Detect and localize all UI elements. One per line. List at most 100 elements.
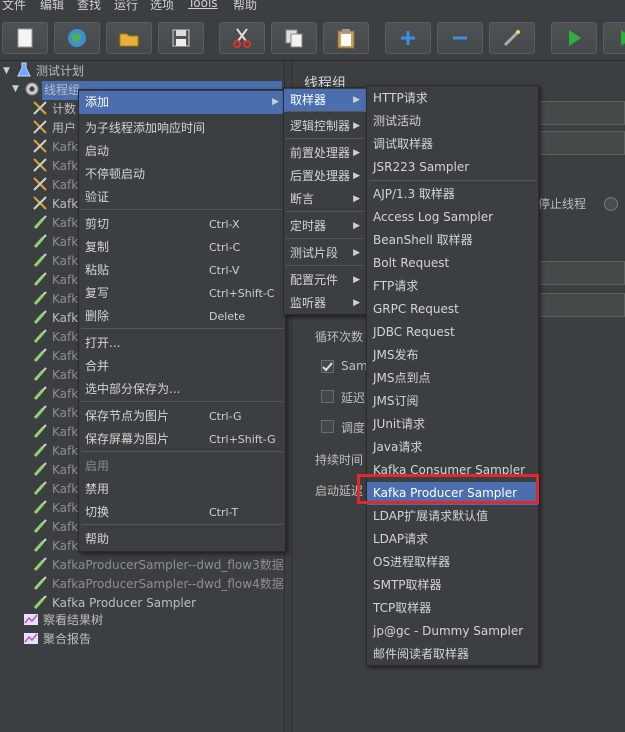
sampler-menu-item[interactable]: JMS发布 bbox=[367, 344, 538, 367]
sampler-menu-item[interactable]: HTTP请求 bbox=[367, 87, 538, 110]
add-menu-item[interactable]: 监听器 ▶ bbox=[284, 292, 366, 315]
tree-item-listener[interactable]: 察看结果树 bbox=[23, 611, 103, 630]
tree-item[interactable]: KafkaProducerSampler--dwd_flow3数据 bbox=[32, 556, 284, 575]
tree-item[interactable]: Kafk bbox=[32, 347, 78, 366]
context-menu-item[interactable]: 合并 bbox=[79, 355, 285, 378]
sampler-menu-item[interactable]: LDAP请求 bbox=[367, 528, 538, 551]
sampler-menu-item[interactable]: Bolt Request bbox=[367, 252, 538, 275]
start-no-pause-button[interactable] bbox=[603, 22, 625, 54]
tree-item[interactable]: Kafk bbox=[32, 423, 78, 442]
sampler-menu-item[interactable]: 邮件阅读者取样器 bbox=[367, 643, 538, 666]
menu-edit[interactable]: 编辑 bbox=[40, 0, 64, 12]
tree-item[interactable]: Kafk bbox=[32, 518, 78, 537]
sampler-menu-item[interactable]: BeanShell 取样器 bbox=[367, 229, 538, 252]
tree-item[interactable]: Kafk bbox=[32, 404, 78, 423]
sampler-menu-item[interactable]: Access Log Sampler bbox=[367, 206, 538, 229]
sampler-menu-item[interactable]: JSR223 Sampler bbox=[367, 156, 538, 179]
tree-item[interactable]: Kafk bbox=[32, 309, 78, 328]
menu-tools[interactable]: Tools bbox=[188, 0, 218, 10]
paste-button[interactable] bbox=[323, 22, 369, 54]
tree-item[interactable]: Kafk bbox=[32, 157, 78, 176]
add-menu-item[interactable]: 取样器 ▶ bbox=[284, 89, 366, 112]
sampler-menu-item[interactable]: FTP请求 bbox=[367, 275, 538, 298]
add-menu-item[interactable]: 断言 ▶ bbox=[284, 188, 366, 211]
context-menu-item[interactable]: 切换 Ctrl-T bbox=[79, 501, 285, 524]
collapse-all-button[interactable] bbox=[437, 22, 483, 54]
add-menu-item[interactable]: 前置处理器 ▶ bbox=[284, 142, 366, 165]
scheduler-checkbox[interactable] bbox=[321, 420, 334, 433]
add-menu-item[interactable]: 测试片段 ▶ bbox=[284, 242, 366, 265]
tree-item[interactable]: Kafk bbox=[32, 385, 78, 404]
sampler-menu-item[interactable]: OS进程取样器 bbox=[367, 551, 538, 574]
tree-item[interactable]: Kafk bbox=[32, 537, 78, 556]
copy-button[interactable] bbox=[271, 22, 317, 54]
sampler-menu-item[interactable]: LDAP扩展请求默认值 bbox=[367, 505, 538, 528]
context-menu-item[interactable]: 保存节点为图片 Ctrl-G bbox=[79, 405, 285, 428]
context-menu-item[interactable]: 添加 ▶ bbox=[79, 91, 285, 114]
context-menu-item[interactable]: 删除 Delete bbox=[79, 305, 285, 328]
tree-item[interactable]: Kafk bbox=[32, 499, 78, 518]
tree-item[interactable]: Kafk bbox=[32, 290, 78, 309]
cut-button[interactable] bbox=[219, 22, 265, 54]
sampler-menu-item[interactable]: JUnit请求 bbox=[367, 413, 538, 436]
sampler-menu-item[interactable]: JDBC Request bbox=[367, 321, 538, 344]
tree-item[interactable]: Kafk bbox=[32, 442, 78, 461]
tree-item[interactable]: Kafk bbox=[32, 461, 78, 480]
context-menu-item[interactable]: 不停顿启动 bbox=[79, 163, 285, 186]
collapse-arrow-icon[interactable]: ▼ bbox=[3, 66, 10, 76]
tree-item[interactable]: 用户 bbox=[32, 119, 76, 138]
tree-item[interactable]: Kafk bbox=[32, 233, 78, 252]
delay-checkbox[interactable] bbox=[321, 390, 334, 403]
menu-help[interactable]: 帮助 bbox=[233, 0, 257, 12]
open-button[interactable] bbox=[106, 22, 152, 54]
save-button[interactable] bbox=[158, 22, 204, 54]
tree-item[interactable]: 计数 bbox=[32, 100, 76, 119]
tree-item-listener[interactable]: 聚合报告 bbox=[23, 630, 91, 649]
new-button[interactable] bbox=[2, 22, 48, 54]
same-user-checkbox[interactable] bbox=[321, 360, 334, 373]
menu-search[interactable]: 查找 bbox=[77, 0, 101, 12]
tree-item[interactable]: Kafk bbox=[32, 366, 78, 385]
toggle-button[interactable] bbox=[489, 22, 535, 54]
tree-item-test-plan[interactable]: 测试计划 bbox=[16, 62, 84, 81]
tree-item[interactable]: Kafk bbox=[32, 480, 78, 499]
tree-item[interactable]: Kafk bbox=[32, 214, 78, 233]
threads-field[interactable] bbox=[538, 261, 625, 285]
add-menu-item[interactable]: 后置处理器 ▶ bbox=[284, 165, 366, 188]
tree-item-thread-group[interactable]: 线程组 bbox=[24, 81, 80, 100]
name-field[interactable] bbox=[538, 101, 625, 125]
sampler-menu-item[interactable]: Java请求 bbox=[367, 436, 538, 459]
collapse-arrow-icon[interactable]: ▼ bbox=[12, 84, 19, 94]
start-button[interactable] bbox=[551, 22, 597, 54]
menu-run[interactable]: 运行 bbox=[114, 0, 138, 12]
sampler-menu-item[interactable]: TCP取样器 bbox=[367, 597, 538, 620]
tree-item[interactable]: Kafk bbox=[32, 328, 78, 347]
context-menu-item[interactable]: 剪切 Ctrl-X bbox=[79, 213, 285, 236]
context-menu-item[interactable]: 启动 bbox=[79, 140, 285, 163]
tree-item[interactable]: Kafk bbox=[32, 138, 78, 157]
context-menu-item[interactable]: 保存屏幕为图片 Ctrl+Shift-G bbox=[79, 428, 285, 451]
context-menu-item[interactable]: 帮助 bbox=[79, 528, 285, 551]
add-menu-item[interactable]: 配置元件 ▶ bbox=[284, 269, 366, 292]
sampler-menu-item[interactable]: AJP/1.3 取样器 bbox=[367, 183, 538, 206]
menu-options[interactable]: 选项 bbox=[150, 0, 174, 12]
context-menu-item[interactable]: 启用 bbox=[79, 455, 285, 478]
sampler-menu-item[interactable]: SMTP取样器 bbox=[367, 574, 538, 597]
menu-file[interactable]: 文件 bbox=[2, 0, 26, 12]
tree-item[interactable]: Kafk bbox=[32, 271, 78, 290]
rampup-field[interactable] bbox=[538, 293, 625, 317]
context-menu-item[interactable]: 粘贴 Ctrl-V bbox=[79, 259, 285, 282]
templates-button[interactable] bbox=[54, 22, 100, 54]
tree-item[interactable]: Kafk bbox=[32, 252, 78, 271]
sampler-menu-item[interactable]: 调试取样器 bbox=[367, 133, 538, 156]
comment-field[interactable] bbox=[538, 131, 625, 155]
sampler-menu-item[interactable]: JMS订阅 bbox=[367, 390, 538, 413]
context-menu-item[interactable]: 验证 bbox=[79, 186, 285, 209]
stop-thread-radio[interactable] bbox=[604, 197, 618, 211]
tree-item[interactable]: Kafk bbox=[32, 176, 78, 195]
add-menu-item[interactable]: 逻辑控制器 ▶ bbox=[284, 115, 366, 138]
context-menu-item[interactable]: 为子线程添加响应时间 bbox=[79, 117, 285, 140]
context-menu-item[interactable]: 复写 Ctrl+Shift-C bbox=[79, 282, 285, 305]
context-menu-item[interactable]: 复制 Ctrl-C bbox=[79, 236, 285, 259]
tree-item[interactable]: KafkaProducerSampler--dwd_flow4数据 bbox=[32, 575, 284, 594]
